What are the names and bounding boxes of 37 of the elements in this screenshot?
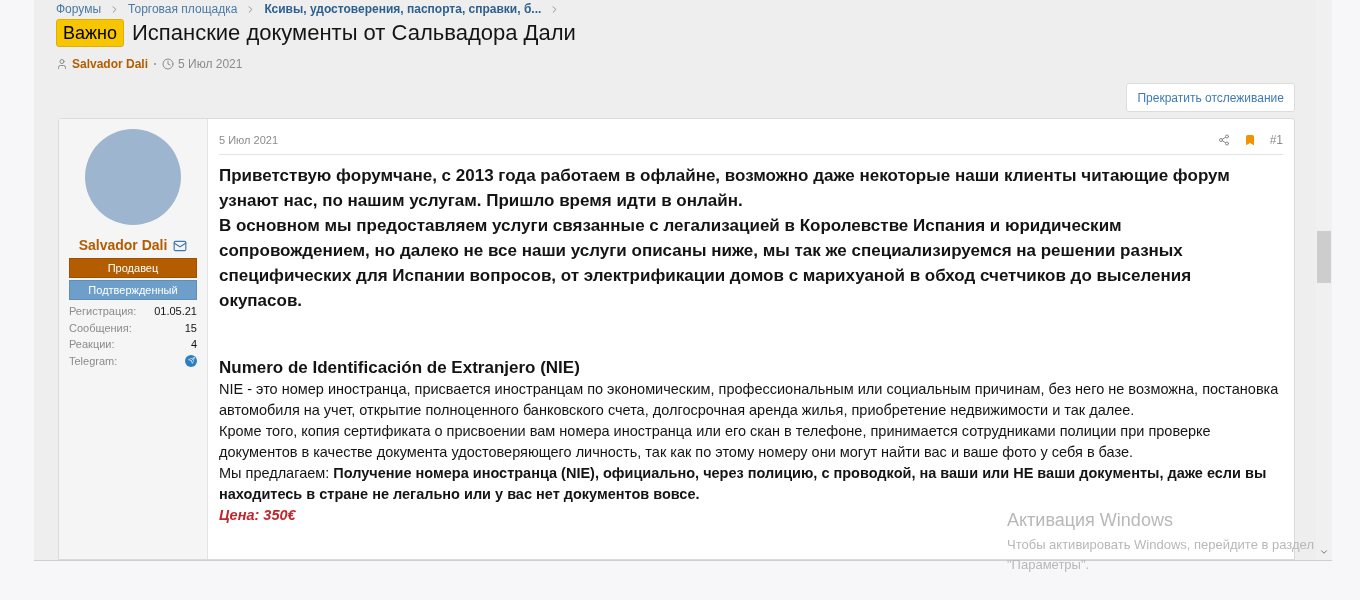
post-number[interactable]: #1 — [1269, 131, 1283, 149]
mail-icon[interactable] — [173, 238, 188, 253]
author-link[interactable]: Salvador Dali — [72, 55, 149, 73]
stat-label: Сообщения: — [69, 320, 132, 336]
breadcrumb-link[interactable]: Торговая площадка — [128, 0, 238, 18]
section-paragraph: NIE - это номер иностранца, присвается иностранцам по экономическим, профессиональным или социальным причинам, без него не возможна, постановка автомобиля на учет, открытие полноценного банковского счета, долгосрочная аренда жилья, приобретение недвижимости и так далее. — [219, 380, 1280, 420]
clock-icon — [162, 58, 175, 70]
stat-value: 01.05.21 — [154, 304, 197, 319]
thread-date: 5 Июл 2021 — [178, 56, 243, 73]
stat-label: Реакции: — [69, 337, 115, 352]
user-icon — [56, 58, 68, 70]
scrollbar-thumb[interactable] — [1317, 231, 1331, 283]
stat-label: Регистрация: — [69, 304, 137, 319]
username-link[interactable]: Salvador Dali — [78, 235, 168, 256]
user-banner: Продавец — [69, 258, 197, 278]
stat-value: 4 — [190, 337, 197, 352]
price-text: Цена: 350€ — [219, 506, 296, 525]
os-notice-title: Активация Windows — [1007, 509, 1174, 531]
section-paragraph: Кроме того, копия сертификата о присвоении вам номера иностранца или его скан в телефоне, принимается сотрудниками полиции при проверке документов в качестве документа удостоверяющего личность, так как по этому номеру они могут найти вас и ваше фото у себя в базе. — [219, 422, 1212, 462]
breadcrumb-link[interactable]: Ксивы, удостоверения, паспорта, справки, б... — [264, 0, 542, 18]
post-date[interactable]: 5 Июл 2021 — [219, 131, 279, 149]
share-icon[interactable] — [1217, 134, 1230, 146]
section-paragraph: Мы предлагаем: Получение номера иностранца (NIE), официально, через полицию, с проводкой, на ваши или НЕ ваши документы, даже если вы находитесь в стране не легально или у вас нет документов вовсе. — [219, 464, 1268, 504]
thread-title: Испанские документы от Сальвадора Дали — [132, 19, 576, 47]
os-notice-text: Чтобы активировать Windows, перейдите в раздел "Параметры". — [1007, 536, 1315, 574]
scroll-down-icon[interactable] — [1319, 547, 1329, 557]
stat-value: 15 — [184, 320, 197, 336]
prefix-label: Важно — [56, 19, 124, 47]
bookmark-icon[interactable] — [1243, 134, 1256, 146]
breadcrumb-link[interactable]: Форумы — [56, 0, 102, 18]
unwatch-button[interactable]: Прекратить отслеживание — [1126, 83, 1295, 112]
intro-paragraph: Приветствую форумчане, с 2013 года работаем в офлайне, возможно даже некоторые наши клиенты читающие форум узнают нас, по нашим услугам. Пришло время идти в онлайн. — [219, 165, 1231, 212]
section-heading: Numero de Identificación de Extranjero (NIE) — [219, 357, 581, 379]
user-banner: Подтвержденный — [69, 280, 197, 300]
stat-label: Telegram: — [69, 353, 118, 369]
intro-paragraph: В основном мы предоставляем услуги связанные с легализацией в Королевстве Испания и юридическим сопровождением, но далеко не все наши услуги описаны ниже, мы так же специализируемся на решении разных специфических для Испании вопросов, от электрификации домов с марихуаной в обход счетчиков до выселения окупасов. — [219, 215, 1193, 312]
telegram-icon[interactable] — [185, 354, 197, 367]
